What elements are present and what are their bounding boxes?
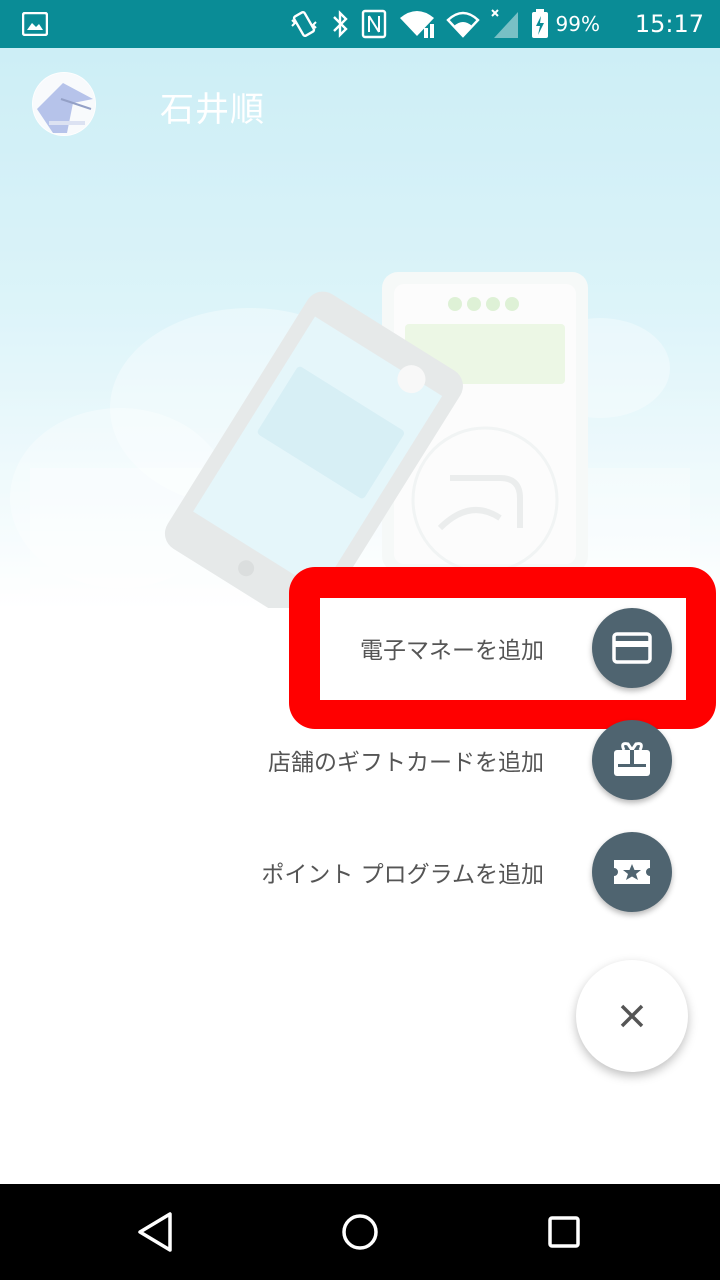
wifi-icon [399,11,434,38]
recent-apps-icon [548,1216,580,1248]
navigation-bar [0,1184,720,1280]
fab-menu-item-loyalty[interactable]: ポイント プログラムを追加 [261,832,672,912]
home-button[interactable] [336,1208,384,1256]
fab-menu-item-e-money[interactable]: 電子マネーを追加 [360,608,672,688]
bluetooth-icon [332,10,348,38]
back-button[interactable] [132,1208,180,1256]
signal-icon [490,9,518,38]
add-gift-card-button[interactable] [592,720,672,800]
credit-card-icon [612,632,652,664]
status-bar: 99% 15:17 [0,0,720,48]
battery-percent: 99% [555,12,600,36]
battery-charging-icon [531,9,548,38]
fab-menu-label[interactable]: ポイント プログラムを追加 [261,855,544,889]
back-icon [138,1212,172,1252]
vibrate-icon [290,11,317,37]
clock: 15:17 [634,10,704,38]
gift-card-icon [614,742,650,776]
wifi-icon [445,11,480,38]
fab-menu-item-gift-card[interactable]: 店舗のギフトカードを追加 [268,720,672,800]
ticket-star-icon [614,860,650,884]
image-notification-icon [22,12,48,36]
close-menu-button[interactable] [576,960,688,1072]
add-loyalty-program-button[interactable] [592,832,672,912]
nfc-icon [361,9,386,39]
add-e-money-button[interactable] [592,608,672,688]
fab-menu-label[interactable]: 店舗のギフトカードを追加 [268,743,544,777]
home-icon [342,1214,378,1250]
status-icons: 99% [288,8,600,40]
recent-apps-button[interactable] [540,1208,588,1256]
fab-menu-label[interactable]: 電子マネーを追加 [360,631,544,665]
close-icon [620,1004,644,1028]
